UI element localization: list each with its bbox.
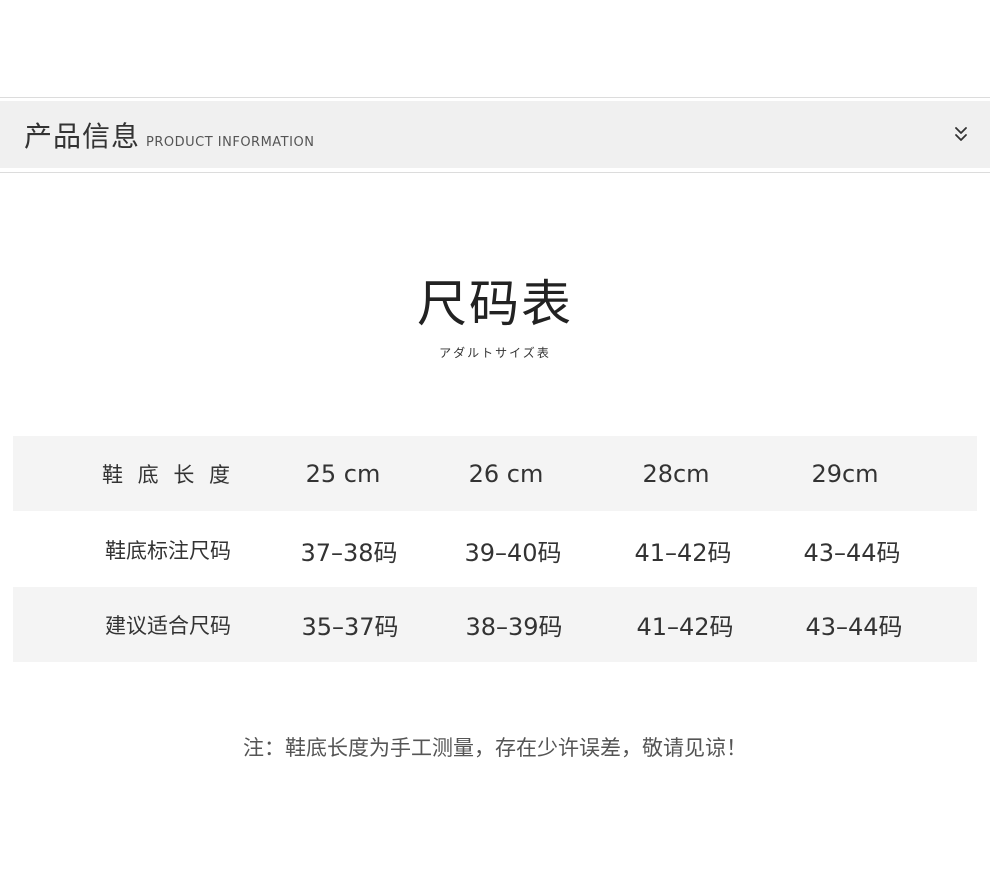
header-top-divider xyxy=(0,97,990,98)
size-cell: 28cm xyxy=(642,459,710,488)
size-cell: 41–42码 xyxy=(634,538,732,567)
section-subtitle: PRODUCT INFORMATION xyxy=(146,135,315,150)
size-cell: 25 cm xyxy=(305,459,381,488)
row-label: 鞋 底 长 度 xyxy=(101,462,235,487)
row-label: 鞋底标注尺码 xyxy=(105,539,231,563)
size-row-marked-size: 鞋底标注尺码 37–38码 39–40码 41–42码 43–44码 xyxy=(13,513,977,587)
size-row-sole-length: 鞋 底 长 度 25 cm 26 cm 28cm 29cm xyxy=(13,436,977,511)
double-chevron-down-icon[interactable] xyxy=(950,124,972,146)
size-cell: 35–37码 xyxy=(301,613,399,641)
size-cell: 43–44码 xyxy=(805,613,903,641)
header-bottom-divider xyxy=(0,172,990,173)
size-cell: 43–44码 xyxy=(803,538,901,567)
section-title: 产品信息 xyxy=(24,120,141,153)
size-cell: 41–42码 xyxy=(636,613,734,641)
size-cell: 26 cm xyxy=(468,459,544,488)
size-row-recommended-size: 建议适合尺码 35–37码 38–39码 41–42码 43–44码 xyxy=(13,587,977,662)
size-cell: 39–40码 xyxy=(464,538,562,567)
size-chart-title: 尺码表 xyxy=(417,275,573,333)
size-cell: 29cm xyxy=(811,459,879,488)
row-label: 建议适合尺码 xyxy=(105,613,231,638)
size-cell: 37–38码 xyxy=(300,538,398,567)
size-chart-subtitle: アダルトサイズ表 xyxy=(439,346,551,360)
measurement-note: 注：鞋底长度为手工测量，存在少许误差，敬请见谅！ xyxy=(243,736,747,760)
size-cell: 38–39码 xyxy=(465,613,563,641)
